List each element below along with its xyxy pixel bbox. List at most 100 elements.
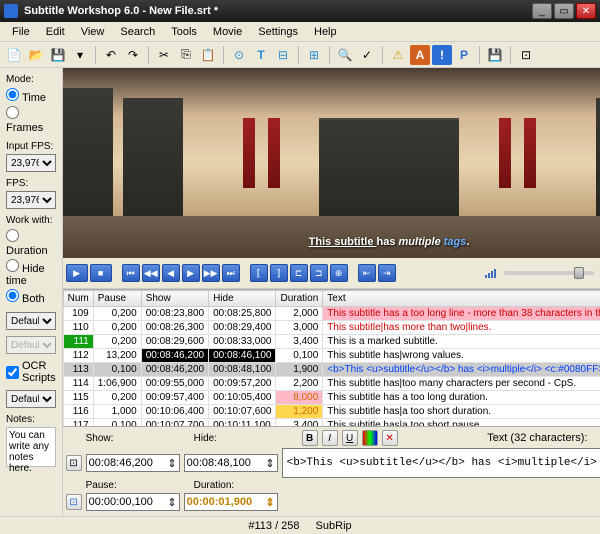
dropdown-icon[interactable]: ▾ (70, 45, 90, 65)
col-show[interactable]: Show (141, 291, 208, 307)
mode-time-radio[interactable]: Time (6, 87, 56, 105)
maximize-button[interactable]: ▭ (554, 3, 574, 19)
col-duration[interactable]: Duration (276, 291, 323, 307)
duration-input[interactable]: 00:00:01,900⇕ (184, 493, 278, 511)
search-icon[interactable]: 🔍 (335, 45, 355, 65)
prev-sub-icon[interactable]: ⇤ (358, 264, 376, 282)
new-icon[interactable]: 📄 (4, 45, 24, 65)
hide-input[interactable]: 00:08:48,100⇕ (184, 454, 278, 472)
ww-duration-radio[interactable]: Duration (6, 228, 56, 258)
play-button[interactable]: ▶ (66, 264, 88, 282)
pascal-icon[interactable]: P (454, 45, 474, 65)
redo-icon[interactable]: ↷ (123, 45, 143, 65)
italic-button[interactable]: I (322, 430, 338, 446)
sync-start-icon[interactable]: ⊏ (290, 264, 308, 282)
table-row[interactable]: 11213,20000:08:46,20000:08:46,1000,100Th… (63, 349, 600, 363)
playbar: ▶ ■ ⏮ ◀◀ ◀ ▶ ▶▶ ⏭ ⟦ ⟧ ⊏ ⊐ ⊕ ⇤ ⇥ 00:08:46… (63, 258, 600, 289)
table-row[interactable]: 1100,20000:08:26,30000:08:29,4003,000Thi… (63, 321, 600, 335)
warning-icon[interactable]: ⚠ (388, 45, 408, 65)
save-icon[interactable]: 💾 (48, 45, 68, 65)
undo-icon[interactable]: ↶ (101, 45, 121, 65)
menu-view[interactable]: View (73, 24, 113, 40)
text-input[interactable] (282, 448, 600, 478)
skip-back-icon[interactable]: ⏮ (122, 264, 140, 282)
table-row[interactable]: 1161,00000:10:06,40000:10:07,6001,200Thi… (63, 405, 600, 419)
notes-label: Notes: (6, 414, 56, 425)
pause-input[interactable]: 00:00:00,100⇕ (86, 493, 180, 511)
sync-end-icon[interactable]: ⊐ (310, 264, 328, 282)
menu-file[interactable]: File (4, 24, 38, 40)
editor-panel: Show: Hide: B I U ✕ Text (32 characters)… (63, 426, 600, 516)
position-slider[interactable] (504, 271, 594, 275)
col-hide[interactable]: Hide (209, 291, 276, 307)
paste-icon[interactable]: 📋 (198, 45, 218, 65)
cut-icon[interactable]: ✂ (154, 45, 174, 65)
ww-hidetime-radio[interactable]: Hide time (6, 258, 56, 288)
split-icon[interactable]: ⊞ (304, 45, 324, 65)
subtitles-icon[interactable]: ⊟ (273, 45, 293, 65)
time2-icon[interactable]: ⊡ (66, 494, 82, 510)
menu-edit[interactable]: Edit (38, 24, 73, 40)
table-row[interactable]: 1090,20000:08:23,80000:08:25,8002,000Thi… (63, 307, 600, 321)
menu-help[interactable]: Help (306, 24, 345, 40)
col-pause[interactable]: Pause (93, 291, 141, 307)
step-fwd-icon[interactable]: ▶ (182, 264, 200, 282)
menubar: FileEditViewSearchToolsMovieSettingsHelp (0, 22, 600, 42)
copy-icon[interactable]: ⎘ (176, 45, 196, 65)
ocr-select[interactable]: Default (6, 390, 56, 408)
fps-select[interactable]: 23,976 (6, 191, 56, 209)
separator (479, 46, 480, 64)
menu-movie[interactable]: Movie (205, 24, 250, 40)
close-button[interactable]: ✕ (576, 3, 596, 19)
mark-start-icon[interactable]: ⟦ (250, 264, 268, 282)
charcount-label: Text (32 characters): (402, 432, 600, 444)
time-icon[interactable]: ⊡ (66, 455, 82, 471)
mode-label: Mode: (6, 74, 56, 85)
show-input[interactable]: 00:08:46,200⇕ (86, 454, 180, 472)
separator (298, 46, 299, 64)
skip-fwd-icon[interactable]: ⏭ (222, 264, 240, 282)
step-back-icon[interactable]: ◀ (162, 264, 180, 282)
format1-select[interactable]: Default (6, 312, 56, 330)
notes-textarea[interactable]: You can write any notes here. (6, 427, 56, 467)
menu-tools[interactable]: Tools (163, 24, 205, 40)
clear-button[interactable]: ✕ (382, 430, 398, 446)
forward-icon[interactable]: ▶▶ (202, 264, 220, 282)
ocr-checkbox[interactable]: OCR Scripts (6, 360, 56, 384)
color-button[interactable] (362, 430, 378, 446)
next-sub-icon[interactable]: ⇥ (378, 264, 396, 282)
video-preview[interactable]: This subtitle has multiple tags. (63, 68, 600, 258)
table-row[interactable]: 1170,10000:10:07,70000:10:11,1003,400Thi… (63, 419, 600, 427)
minimize-button[interactable]: _ (532, 3, 552, 19)
ww-both-radio[interactable]: Both (6, 288, 56, 306)
col-num[interactable]: Num (63, 291, 93, 307)
mode-frames-radio[interactable]: Frames (6, 105, 56, 135)
texts-icon[interactable]: T (251, 45, 271, 65)
underline-button[interactable]: U (342, 430, 358, 446)
inputfps-select[interactable]: 23,976 (6, 154, 56, 172)
add-sync-icon[interactable]: ⊕ (330, 264, 348, 282)
table-row[interactable]: 1110,20000:08:29,60000:08:33,0003,400Thi… (63, 335, 600, 349)
status-position: #113 / 258 (248, 520, 299, 532)
table-row[interactable]: 1141:06,90000:09:55,00000:09:57,2002,200… (63, 377, 600, 391)
settings-icon[interactable]: ⊡ (516, 45, 536, 65)
bold-button[interactable]: B (302, 430, 318, 446)
separator (382, 46, 383, 64)
spellcheck-icon[interactable]: ✓ (357, 45, 377, 65)
subtitle-grid[interactable]: Num Pause Show Hide Duration Text 1090,2… (63, 289, 600, 426)
col-text[interactable]: Text (323, 291, 600, 307)
volume-icon[interactable] (485, 269, 496, 278)
timings-icon[interactable]: ⊙ (229, 45, 249, 65)
format2-select[interactable]: Default (6, 336, 56, 354)
save2-icon[interactable]: 💾 (485, 45, 505, 65)
table-row[interactable]: 1150,20000:09:57,40000:10:05,4008,000Thi… (63, 391, 600, 405)
table-row[interactable]: 1130,10000:08:46,20000:08:48,1001,900<b>… (63, 363, 600, 377)
stop-button[interactable]: ■ (90, 264, 112, 282)
menu-search[interactable]: Search (112, 24, 163, 40)
tool-i-icon[interactable]: ! (432, 45, 452, 65)
tool-a-icon[interactable]: A (410, 45, 430, 65)
menu-settings[interactable]: Settings (250, 24, 306, 40)
rewind-icon[interactable]: ◀◀ (142, 264, 160, 282)
mark-end-icon[interactable]: ⟧ (270, 264, 288, 282)
open-icon[interactable]: 📂 (26, 45, 46, 65)
